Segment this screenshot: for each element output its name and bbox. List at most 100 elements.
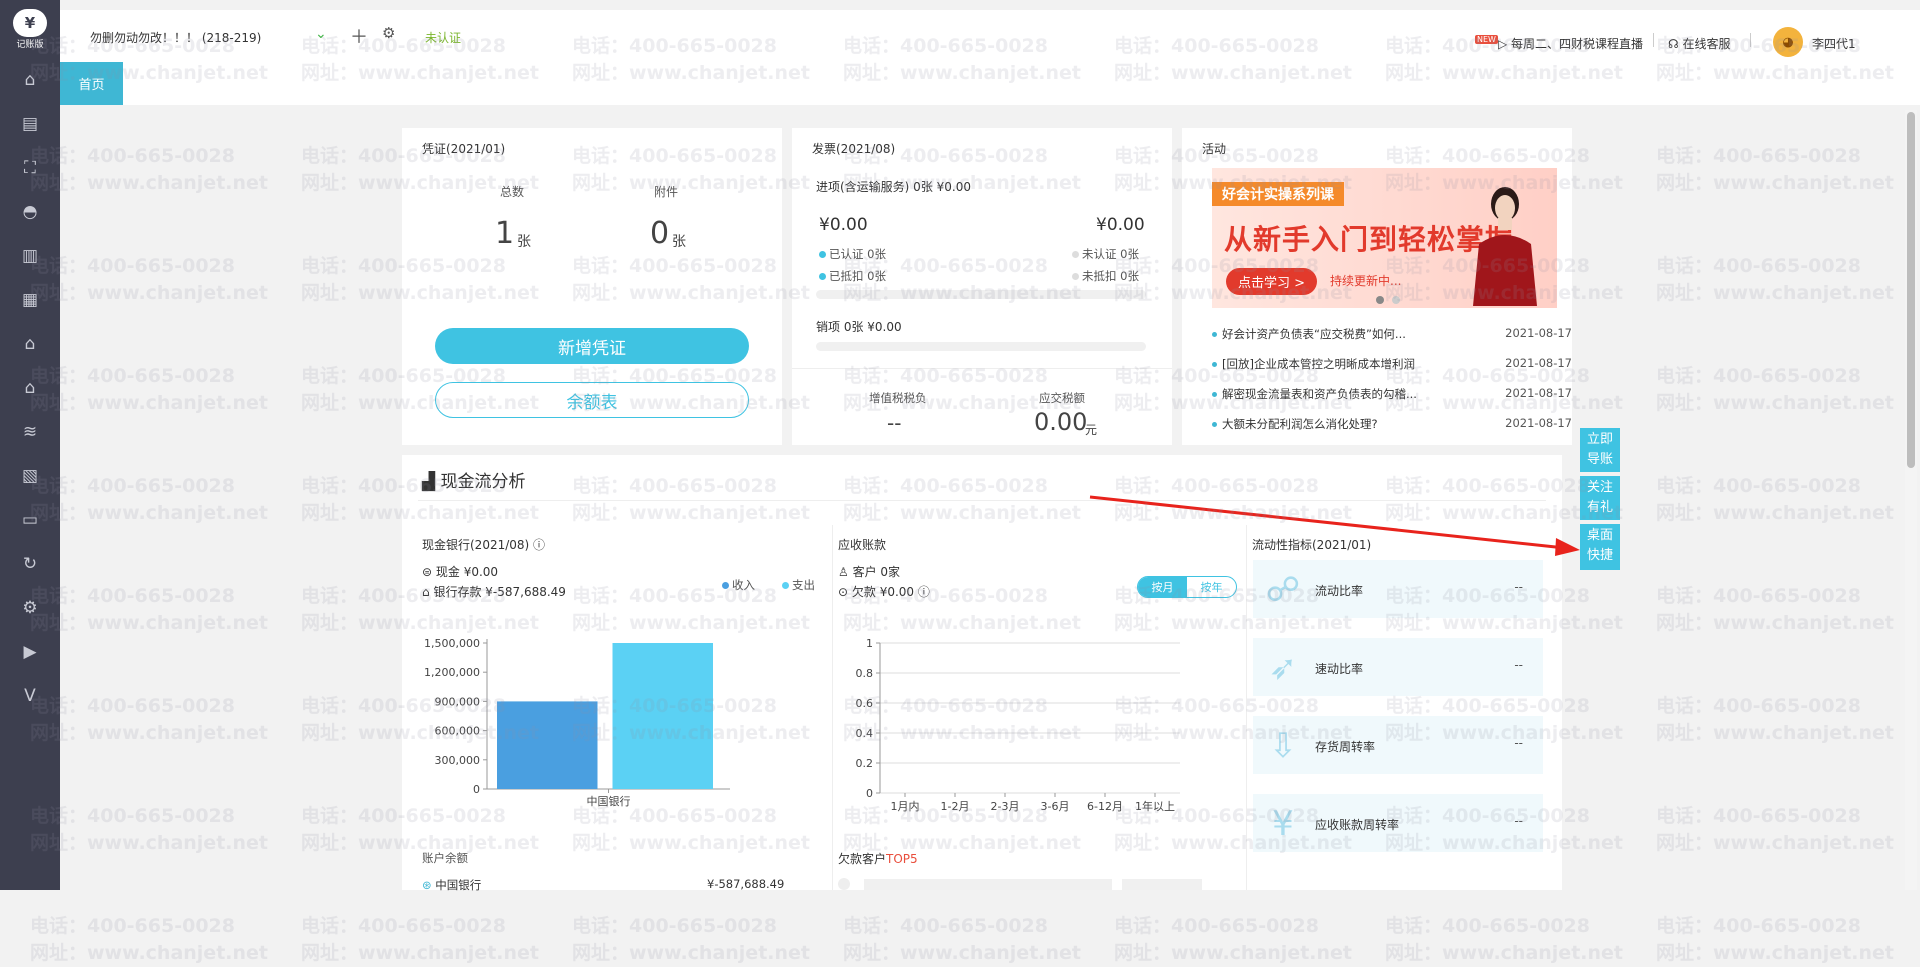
- y-tick-label: 0.2: [856, 757, 874, 770]
- new-voucher-button[interactable]: 新增凭证: [435, 328, 749, 364]
- tax-icon[interactable]: ▭: [0, 498, 60, 542]
- attachment-unit: 张: [672, 234, 686, 250]
- play-icon: ▷: [1497, 37, 1508, 51]
- report-chart-icon[interactable]: ⛶: [0, 146, 60, 190]
- gear-icon[interactable]: ⚙: [382, 24, 395, 42]
- user-name[interactable]: 李四代1: [1812, 35, 1856, 52]
- video-icon[interactable]: ▶: [0, 630, 60, 674]
- promo-banner[interactable]: 好会计实操系列课 从新手入门到轻松掌握 点击学习 > 持续更新中...: [1212, 168, 1557, 308]
- live-course-link[interactable]: NEW ▷ 每周二、四财税课程直播: [1475, 35, 1643, 52]
- toggle-year[interactable]: 按年: [1187, 577, 1236, 597]
- invoice-card: 发票(2021/08) 进项(含运输服务) 0张 ¥0.00 ¥0.00 ¥0.…: [792, 128, 1172, 445]
- customers-line-text: 客户 0家: [852, 565, 901, 579]
- metric-value: --: [1514, 814, 1523, 828]
- metric-value: --: [1514, 658, 1523, 672]
- bullet-icon: [1212, 362, 1217, 367]
- banner-learn-button[interactable]: 点击学习 >: [1226, 268, 1318, 295]
- watermark: 电话：400-665-0028网址：www.chanjet.net: [30, 915, 268, 964]
- desktop-shortcut-button[interactable]: 桌面快捷: [1580, 524, 1620, 570]
- account-balance-label: 账户余额: [422, 851, 468, 865]
- add-icon[interactable]: ＋: [350, 23, 368, 49]
- period-toggle[interactable]: 按月 按年: [1137, 576, 1237, 598]
- news-title: [回放]企业成本管控之明晰成本增利润: [1222, 357, 1415, 371]
- import-now-button[interactable]: 立即导账: [1580, 428, 1620, 472]
- news-item[interactable]: 好会计资产负债表“应交税费”如何... 2021-08-17: [1212, 326, 1572, 342]
- tax-payable-value: 0.00: [1034, 408, 1088, 436]
- liquidity-metrics: ☍ 流动比率 -- ➶ 速动比率 -- ⇩ 存货周转率 -- ¥ 应收账款周转率 --: [1248, 560, 1548, 890]
- invoice-icon[interactable]: ▧: [0, 454, 60, 498]
- divider: [832, 525, 833, 890]
- voucher-icon[interactable]: ▤: [0, 102, 60, 146]
- divider: [792, 368, 1172, 369]
- toggle-month[interactable]: 按月: [1138, 577, 1187, 597]
- app-logo[interactable]: ¥ 记账版: [0, 0, 60, 58]
- topbar: 勿删勿动勿改！！！ (218-219) ⌄ ＋ ⚙ 未认证 NEW ▷ 每周二、四…: [60, 10, 1920, 62]
- top5-label: 欠款客户TOP5: [838, 850, 918, 867]
- news-item[interactable]: 解密现金流量表和资产负债表的勾稽... 2021-08-17: [1212, 386, 1572, 402]
- user-icon: ♙: [838, 565, 849, 579]
- news-date: 2021-08-17: [1505, 356, 1572, 370]
- metric-label: 流动比率: [1315, 584, 1364, 598]
- account-selector[interactable]: 勿删勿动勿改！！！ (218-219): [90, 29, 261, 46]
- watermark: 电话：400-665-0028网址：www.chanjet.net: [301, 915, 539, 964]
- avatar[interactable]: ◕: [1773, 27, 1803, 57]
- undeducted-label: 未抵扣: [1082, 269, 1117, 283]
- bank-icon: ⌂: [422, 585, 430, 599]
- analysis-icon[interactable]: ▦: [0, 278, 60, 322]
- banner-pager[interactable]: [1372, 293, 1404, 307]
- settings-icon[interactable]: ⚙: [0, 586, 60, 630]
- certified-count: 0张: [867, 247, 886, 261]
- chevron-down-icon[interactable]: ⌄: [315, 26, 327, 42]
- legend-expense-dot: [782, 582, 789, 589]
- output-progress-bar: [816, 342, 1146, 351]
- tax-payable-unit: 元: [1085, 423, 1098, 437]
- online-service-link[interactable]: ☊ 在线客服: [1668, 35, 1731, 52]
- deducted-stat: 已抵扣 0张: [819, 268, 886, 284]
- logo-text: 记账版: [16, 39, 44, 50]
- help-icon[interactable]: ⓘ: [918, 585, 930, 599]
- follow-gift-button[interactable]: 关注有礼: [1580, 476, 1620, 520]
- ledger-icon[interactable]: ▥: [0, 234, 60, 278]
- receivable-icon: ¥: [1272, 804, 1294, 844]
- scrollbar-thumb[interactable]: [1907, 112, 1915, 468]
- vat-burden-value: --: [887, 411, 902, 435]
- rocket-icon: ➶: [1268, 648, 1298, 688]
- bar-收入: [497, 701, 598, 789]
- cash-line-text: 现金 ¥0.00: [435, 565, 499, 579]
- divider: [1246, 525, 1247, 890]
- store-icon[interactable]: ⌂: [0, 322, 60, 366]
- deposit-line: ⌂ 银行存款 ¥-587,688.49: [422, 583, 566, 600]
- customers-line: ♙ 客户 0家: [838, 563, 900, 580]
- legend-expense: 支出: [782, 577, 815, 593]
- vip-icon[interactable]: V: [0, 674, 60, 718]
- coins-icon[interactable]: ≋: [0, 410, 60, 454]
- output-invoice-summary: 销项 0张 ¥0.00: [816, 320, 902, 334]
- money-bag-icon[interactable]: ◓: [0, 190, 60, 234]
- refresh-icon[interactable]: ↻: [0, 542, 60, 586]
- news-title: 好会计资产负债表“应交税费”如何...: [1222, 327, 1406, 341]
- input-progress-bar: [816, 290, 1146, 299]
- headset-icon: ☊: [1668, 37, 1679, 51]
- top5-placeholder-value: [1122, 879, 1202, 890]
- help-icon[interactable]: ⓘ: [533, 538, 545, 552]
- news-item[interactable]: [回放]企业成本管控之明晰成本增利润 2021-08-17: [1212, 356, 1572, 372]
- news-date: 2021-08-17: [1505, 416, 1572, 430]
- metric-label: 速动比率: [1315, 662, 1364, 676]
- page-scrollbar[interactable]: [1905, 110, 1917, 890]
- divider: [418, 500, 1546, 501]
- unverified-status[interactable]: 未认证: [425, 29, 461, 46]
- vat-burden-label: 增值税税负: [869, 391, 927, 405]
- balance-sheet-button[interactable]: 余额表: [435, 382, 749, 418]
- legend-income: 收入: [722, 577, 755, 593]
- cashflow-bar-chart: 0 300,000 600,000 900,000 1,200,000 1,500,000…: [424, 637, 730, 808]
- bank-balance: ¥-587,688.49: [707, 877, 785, 891]
- y-tick-label: 1,200,000: [424, 666, 480, 679]
- y-tick-label: 600,000: [435, 725, 481, 738]
- tab-home[interactable]: 首页: [60, 62, 123, 105]
- total-unit: 张: [517, 234, 531, 250]
- tab-bar: 首页: [60, 62, 1920, 105]
- certified-dot: [819, 251, 826, 258]
- bank-icon[interactable]: ⌂: [0, 366, 60, 410]
- news-item[interactable]: 大额未分配利润怎么消化处理? 2021-08-17: [1212, 416, 1572, 432]
- home-icon[interactable]: ⌂: [0, 58, 60, 102]
